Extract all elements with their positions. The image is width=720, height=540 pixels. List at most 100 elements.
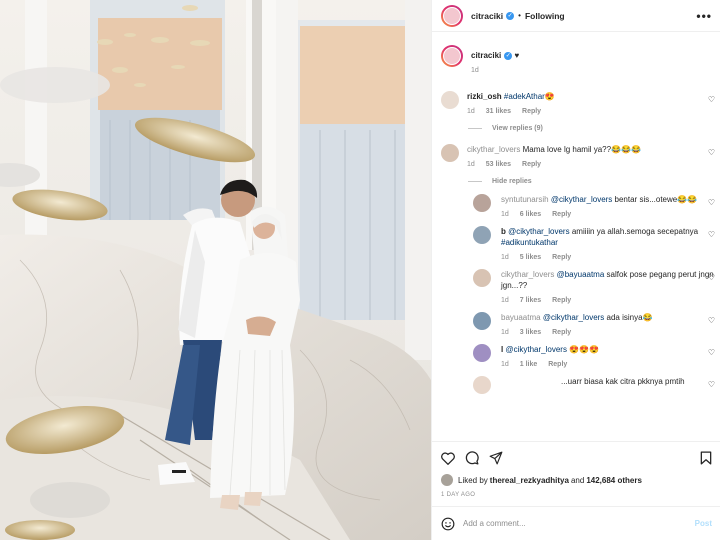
header-separator: •: [518, 11, 521, 20]
following-button[interactable]: Following: [525, 11, 565, 21]
like-reply-heart-icon[interactable]: ♡: [708, 316, 715, 325]
like-reply-heart-icon[interactable]: ♡: [708, 273, 715, 282]
author-avatar[interactable]: [441, 4, 463, 27]
reply-mention[interactable]: @cikythar_lovers: [543, 313, 604, 322]
reply-button[interactable]: Reply: [552, 211, 571, 218]
verified-badge-icon: ✓: [506, 11, 515, 20]
reply-mention[interactable]: @cikythar_lovers: [505, 345, 566, 354]
more-options-icon[interactable]: •••: [696, 9, 712, 23]
reply-time[interactable]: 1d: [501, 361, 509, 368]
reply-hashtag[interactable]: #adikuntukathar: [501, 238, 558, 247]
commenter-avatar[interactable]: [441, 144, 459, 162]
reply-likes[interactable]: 7 likes: [520, 297, 541, 304]
comment-text[interactable]: #adekAthar😍: [504, 92, 555, 101]
commenter-avatar[interactable]: [441, 91, 459, 109]
comment-username[interactable]: rizki_osh: [467, 92, 502, 101]
replier-avatar[interactable]: [473, 226, 491, 244]
reply-text: 😍😍😍: [566, 345, 600, 354]
reply-likes[interactable]: 3 likes: [520, 329, 541, 336]
reply-item: bayuaatma @cikythar_lovers ada isinya😂 1…: [473, 312, 715, 336]
share-icon[interactable]: [489, 451, 503, 465]
reply-item: syntutunarsih @cikythar_lovers bentar si…: [473, 194, 715, 218]
add-comment-input[interactable]: [463, 519, 695, 528]
photo-illustration: [0, 0, 431, 540]
replier-avatar[interactable]: [473, 312, 491, 330]
post-caption: citraciki ✓ ♥ 1d: [441, 33, 715, 85]
view-replies-button[interactable]: View replies (9): [468, 125, 715, 132]
reply-button[interactable]: Reply: [522, 161, 541, 168]
like-reply-heart-icon[interactable]: ♡: [708, 198, 715, 207]
reply-time[interactable]: 1d: [501, 254, 509, 261]
reply-button[interactable]: Reply: [522, 108, 541, 115]
like-reply-heart-icon[interactable]: ♡: [708, 380, 715, 389]
reply-likes[interactable]: 5 likes: [520, 254, 541, 261]
reply-likes[interactable]: 1 like: [520, 361, 538, 368]
reply-username[interactable]: bayuaatma: [501, 313, 541, 322]
comment-username[interactable]: cikythar_lovers: [467, 145, 520, 154]
liked-by-prefix: Liked by: [458, 475, 488, 485]
verified-badge-icon: ✓: [504, 51, 513, 60]
like-reply-heart-icon[interactable]: ♡: [708, 230, 715, 239]
reply-time[interactable]: 1d: [501, 329, 509, 336]
caption-username[interactable]: citraciki: [471, 51, 501, 60]
comment-item: rizki_osh #adekAthar😍 1d 31 likes Reply …: [441, 91, 715, 115]
reply-text: ada isinya😂: [604, 313, 653, 322]
like-heart-icon[interactable]: [441, 451, 455, 465]
caption-text: ♥: [514, 51, 520, 60]
reply-item: b @cikythar_lovers amiiiin ya allah.semo…: [473, 226, 715, 261]
like-comment-heart-icon[interactable]: ♡: [708, 148, 715, 157]
author-username[interactable]: citraciki: [471, 11, 503, 21]
replier-avatar[interactable]: [473, 376, 491, 394]
save-bookmark-icon[interactable]: [700, 451, 712, 465]
comment-time[interactable]: 1d: [467, 108, 475, 115]
add-comment-bar: Post: [432, 506, 720, 540]
reply-username[interactable]: l: [501, 345, 503, 354]
reply-button[interactable]: Reply: [548, 361, 567, 368]
comment-time[interactable]: 1d: [467, 161, 475, 168]
liker-avatar[interactable]: [441, 474, 453, 486]
reply-time[interactable]: 1d: [501, 297, 509, 304]
post-photo[interactable]: [0, 0, 431, 540]
reply-text: ...uarr biasa kak citra pkknya pmtih: [561, 377, 685, 386]
reply-text: amiiiin ya allah.semoga secepatnya: [569, 227, 699, 236]
comment-icon[interactable]: [465, 451, 479, 465]
post-comment-button[interactable]: Post: [695, 519, 712, 528]
reply-button[interactable]: Reply: [552, 254, 571, 261]
comment-likes[interactable]: 53 likes: [486, 161, 511, 168]
like-comment-heart-icon[interactable]: ♡: [708, 95, 715, 104]
likes-count[interactable]: 142,684 others: [586, 476, 642, 485]
reply-username[interactable]: cikythar_lovers: [501, 270, 554, 279]
emoji-icon[interactable]: [441, 517, 455, 531]
reply-text: bentar sis...otewe😂😂: [612, 195, 698, 204]
like-reply-heart-icon[interactable]: ♡: [708, 348, 715, 357]
caption-avatar[interactable]: [441, 45, 463, 67]
hide-replies-button[interactable]: Hide replies: [468, 178, 715, 185]
post-header: citraciki ✓ • Following •••: [432, 0, 720, 32]
comments-list[interactable]: citraciki ✓ ♥ 1d rizki_osh #adekAthar😍 1d…: [432, 33, 720, 441]
liked-by: Liked by thereal_rezkyadhitya and 142,68…: [441, 474, 712, 486]
comment-text: Mama love lg hamil ya??😂😂😂: [522, 145, 641, 154]
reply-item: cikythar_lovers @bayuaatma salfok pose p…: [473, 269, 715, 304]
liked-by-suffix: and: [570, 475, 585, 485]
post-side-panel: citraciki ✓ • Following ••• citraciki ✓ ♥…: [431, 0, 720, 540]
reply-item: l @cikythar_lovers 😍😍😍 1d 1 like Reply ♡: [473, 344, 715, 368]
reply-button[interactable]: Reply: [552, 297, 571, 304]
instagram-post: citraciki ✓ • Following ••• citraciki ✓ ♥…: [0, 0, 720, 540]
caption-time[interactable]: 1d: [471, 67, 479, 74]
post-time-ago[interactable]: 1 DAY AGO: [441, 492, 712, 498]
replier-avatar[interactable]: [473, 344, 491, 362]
post-actions: Liked by thereal_rezkyadhitya and 142,68…: [432, 441, 720, 504]
replier-avatar[interactable]: [473, 269, 491, 287]
reply-mention[interactable]: @cikythar_lovers: [508, 227, 569, 236]
reply-mention[interactable]: @cikythar_lovers: [551, 195, 612, 204]
reply-username[interactable]: b: [501, 227, 506, 236]
reply-mention[interactable]: @bayuaatma: [557, 270, 605, 279]
replier-avatar[interactable]: [473, 194, 491, 212]
reply-button[interactable]: Reply: [552, 329, 571, 336]
comment-likes[interactable]: 31 likes: [486, 108, 511, 115]
reply-username[interactable]: syntutunarsih: [501, 195, 549, 204]
liked-by-user[interactable]: thereal_rezkyadhitya: [490, 476, 569, 485]
reply-item: ...uarr biasa kak citra pkknya pmtih ♡: [473, 376, 715, 394]
reply-likes[interactable]: 6 likes: [520, 211, 541, 218]
reply-time[interactable]: 1d: [501, 211, 509, 218]
